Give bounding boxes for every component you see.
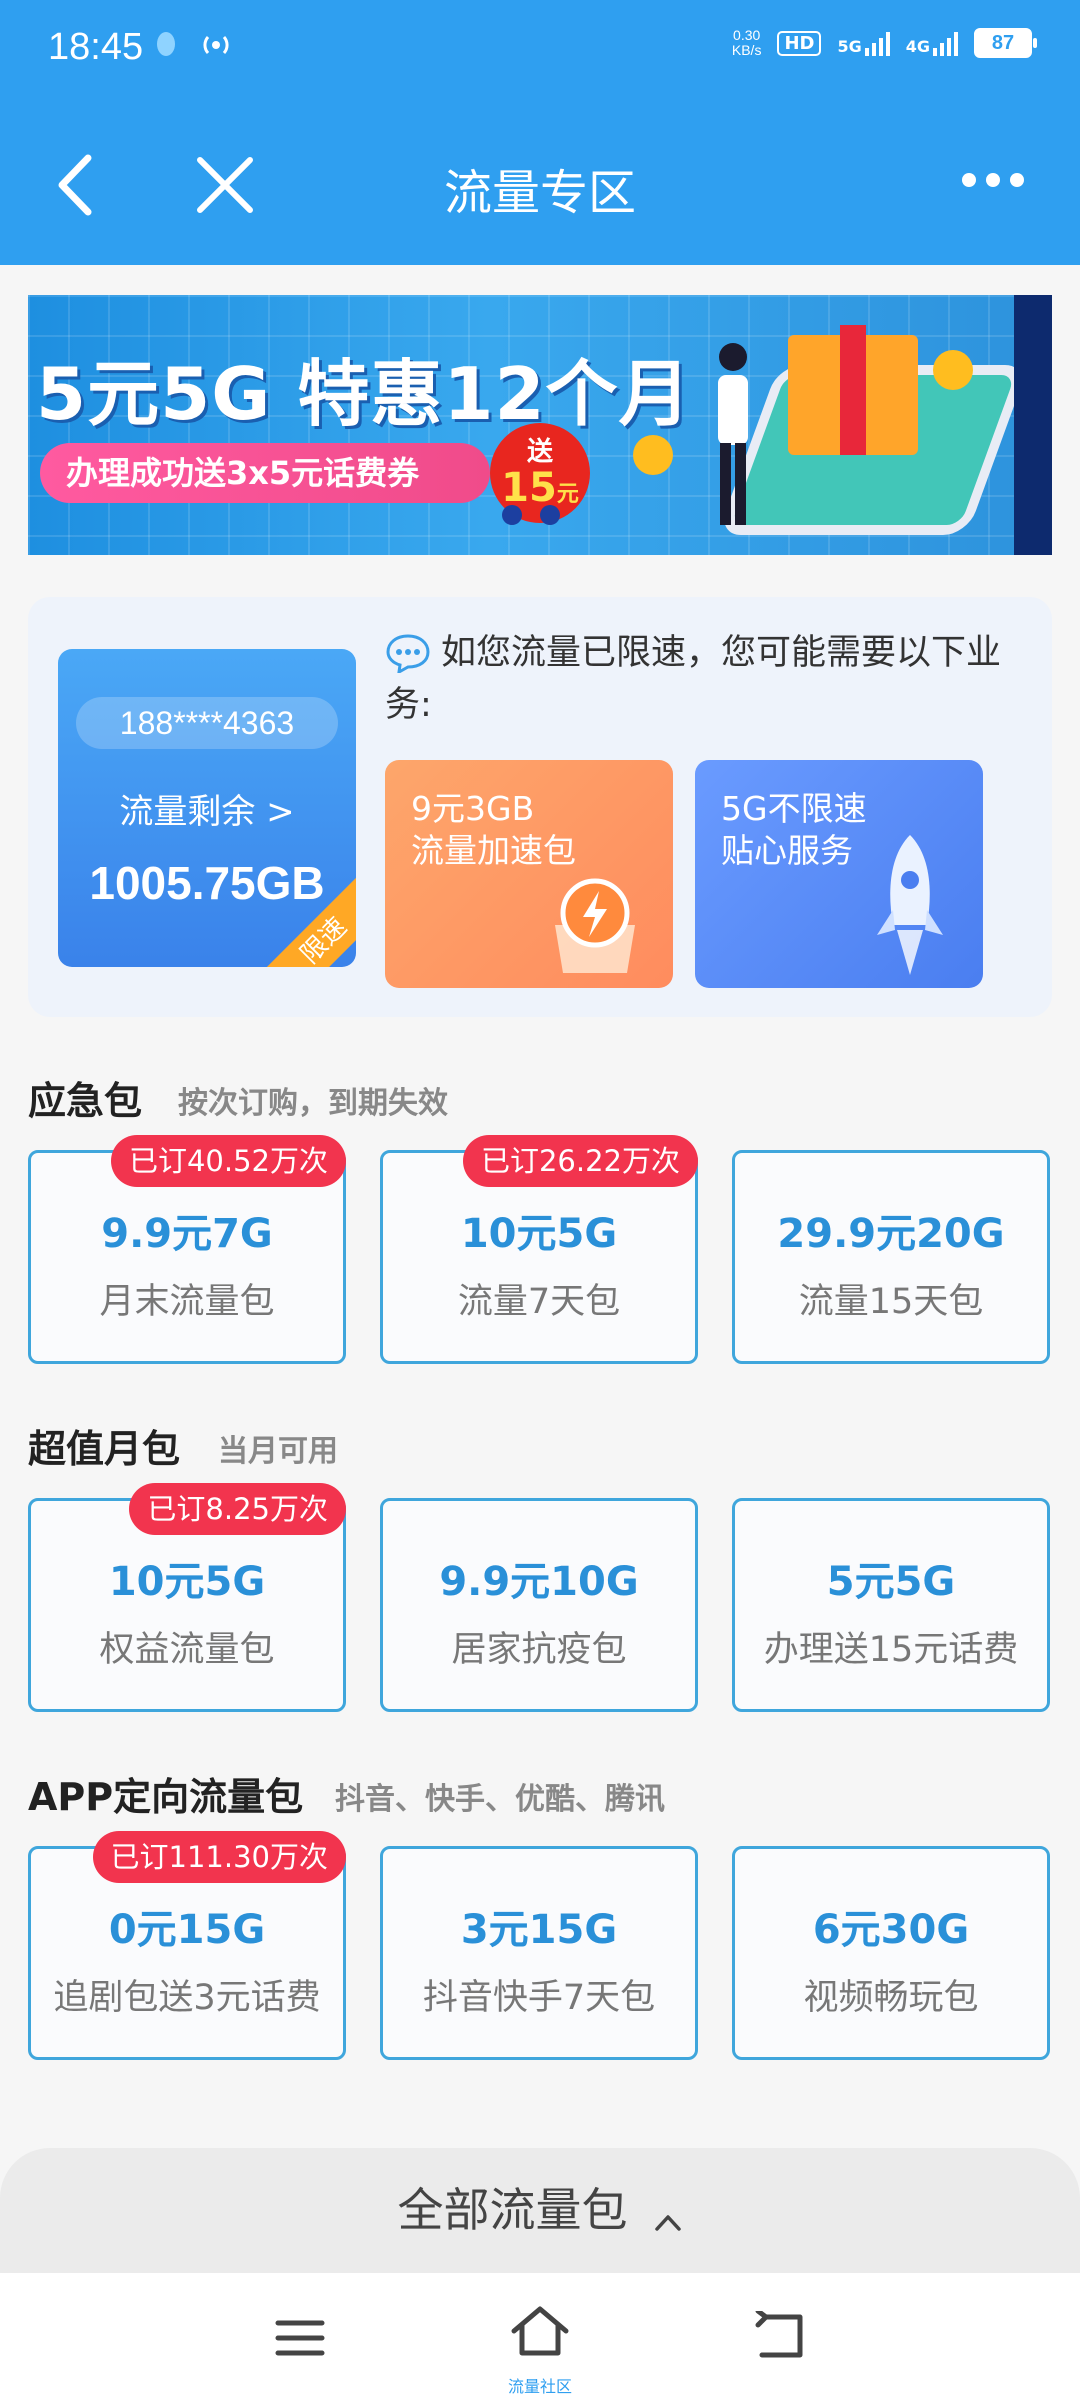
- dot-icon: [986, 173, 1000, 187]
- package-price: 3元15G: [460, 1907, 618, 1953]
- signal-sim1: 5G: [837, 30, 890, 56]
- sim1-type: 5G: [837, 37, 862, 56]
- all-packs-label: 全部流量包: [397, 2183, 628, 2237]
- net-speed-unit: KB/s: [731, 42, 762, 58]
- home-icon[interactable]: [508, 2303, 572, 2359]
- system-nav-bar: 流量社区: [0, 2273, 1080, 2400]
- more-menu-button[interactable]: [962, 165, 1032, 195]
- package-desc: 追剧包送3元话费: [53, 1978, 321, 2018]
- package-desc: 流量7天包: [457, 1282, 621, 1322]
- section-subtitle-emergency: 按次订购，到期失效: [178, 1086, 448, 1121]
- badge-unit: 元: [556, 482, 579, 507]
- section-title-app: APP定向流量包: [28, 1775, 304, 1819]
- section-subtitle-app: 抖音、快手、优酷、腾讯: [335, 1782, 665, 1817]
- signal-bars-icon: [933, 30, 958, 56]
- package-price: 9.9元10G: [439, 1559, 639, 1605]
- signal-sim2: 4G: [906, 30, 958, 56]
- nav-bar-top: 流量专区: [0, 115, 1080, 255]
- status-icons-left: [155, 30, 233, 60]
- lightning-icon: [555, 878, 635, 973]
- page-title: 流量专区: [443, 165, 636, 221]
- phone-number: 188****4363: [76, 697, 338, 749]
- person-illustration: [718, 343, 748, 525]
- package-price: 29.9元20G: [777, 1211, 1005, 1257]
- order-count-badge: 已订40.52万次: [110, 1135, 346, 1187]
- package-card[interactable]: 3元15G 抖音快手7天包: [380, 1846, 698, 2060]
- promo-line-1: 9元3GB: [411, 789, 535, 828]
- package-desc: 月末流量包: [99, 1282, 275, 1322]
- signal-bars-icon: [864, 30, 890, 56]
- coin-illustration: [633, 435, 673, 475]
- battery-icon: 87: [974, 28, 1037, 58]
- remaining-value: 1005.75GB: [89, 857, 325, 909]
- dot-icon: [962, 173, 976, 187]
- promo-5g-unlimited[interactable]: 5G不限速 贴心服务: [695, 760, 983, 988]
- promo-speed-pack[interactable]: 9元3GB 流量加速包: [385, 760, 673, 988]
- package-card[interactable]: 9.9元10G 居家抗疫包: [380, 1498, 698, 1712]
- status-bar: 18:45 0.30 KB/s HD 5G 4G 87: [0, 0, 1080, 100]
- speed-limit-tip: 如您流量已限速，您可能需要以下业 务:: [385, 627, 1041, 725]
- banner-pill: 办理成功送3x5元话费券: [40, 443, 490, 503]
- menu-icon[interactable]: [275, 2318, 325, 2358]
- app-header: 18:45 0.30 KB/s HD 5G 4G 87 流量专区: [0, 0, 1080, 265]
- package-desc: 抖音快手7天包: [422, 1978, 656, 2018]
- order-count-badge: 已订8.25万次: [129, 1483, 346, 1535]
- all-packs-toggle[interactable]: 全部流量包: [0, 2148, 1080, 2273]
- carousel-dot[interactable]: [502, 505, 522, 525]
- section-subtitle-monthly: 当月可用: [218, 1434, 338, 1469]
- banner-edge: [1014, 295, 1052, 555]
- section-title-monthly: 超值月包: [28, 1427, 181, 1471]
- package-desc: 办理送15元话费: [763, 1630, 1019, 1670]
- package-card[interactable]: 5元5G 办理送15元话费: [732, 1498, 1050, 1712]
- package-desc: 流量15天包: [798, 1282, 984, 1322]
- promo-banner[interactable]: 5元5G 特惠12个月 办理成功送3x5元话费券 送 15元: [28, 295, 1052, 555]
- package-card[interactable]: 已订8.25万次 10元5G 权益流量包: [28, 1483, 346, 1712]
- dot-icon: [1010, 173, 1024, 187]
- promo-line-1: 5G不限速: [721, 789, 867, 828]
- order-count-badge: 已订26.22万次: [462, 1135, 698, 1187]
- package-card[interactable]: 已订40.52万次 9.9元7G 月末流量包: [28, 1135, 346, 1364]
- package-price: 6元30G: [812, 1907, 970, 1953]
- rocket-icon: [877, 835, 943, 975]
- order-count-badge: 已订111.30万次: [92, 1831, 346, 1883]
- net-speed: 0.30 KB/s: [732, 28, 762, 58]
- package-price: 9.9元7G: [101, 1211, 273, 1257]
- carousel-dots: [502, 505, 560, 525]
- home-label: 流量社区: [507, 2377, 572, 2396]
- badge-top-text: 送: [526, 437, 553, 467]
- hotspot-icon: [203, 36, 229, 54]
- package-desc: 视频畅玩包: [803, 1978, 979, 2018]
- package-card[interactable]: 已订26.22万次 10元5G 流量7天包: [380, 1135, 698, 1364]
- package-card[interactable]: 29.9元20G 流量15天包: [732, 1150, 1050, 1364]
- package-price: 10元5G: [108, 1559, 266, 1605]
- tip-line-2: 务:: [385, 685, 432, 725]
- carousel-dot[interactable]: [540, 505, 560, 525]
- net-speed-value: 0.30: [733, 27, 761, 43]
- coin-illustration: [933, 350, 973, 390]
- chevron-up-icon: [654, 2214, 681, 2231]
- package-price: 0元15G: [108, 1907, 266, 1953]
- promo-line-2: 贴心服务: [721, 831, 853, 870]
- section-title-emergency: 应急包: [28, 1079, 143, 1123]
- package-desc: 权益流量包: [99, 1630, 275, 1670]
- gift-ribbon-illustration: [840, 325, 866, 455]
- remaining-label[interactable]: 流量剩余 >: [58, 784, 356, 833]
- account-info-card: 188****4363 流量剩余 > 1005.75GB 限速 如您流量已限速，…: [28, 597, 1052, 1017]
- status-icons-right: 0.30 KB/s HD 5G 4G 87: [732, 28, 1037, 58]
- hd-badge: HD: [777, 30, 822, 56]
- back-nav-icon[interactable]: [752, 2311, 806, 2361]
- package-price: 10元5G: [460, 1211, 618, 1257]
- sim2-type: 4G: [905, 37, 930, 56]
- package-card[interactable]: 已订111.30万次 0元15G 追剧包送3元话费: [28, 1831, 346, 2060]
- package-card[interactable]: 6元30G 视频畅玩包: [732, 1846, 1050, 2060]
- tip-line-1: 如您流量已限速，您可能需要以下业: [441, 633, 1002, 673]
- package-price: 5元5G: [826, 1559, 956, 1605]
- status-time: 18:45: [48, 26, 144, 68]
- assistant-icon: [157, 32, 175, 56]
- banner-title: 5元5G 特惠12个月: [36, 352, 692, 436]
- package-desc: 居家抗疫包: [451, 1630, 627, 1670]
- chat-bubble-icon: [386, 634, 430, 673]
- data-remaining-card[interactable]: 188****4363 流量剩余 > 1005.75GB 限速: [58, 649, 356, 967]
